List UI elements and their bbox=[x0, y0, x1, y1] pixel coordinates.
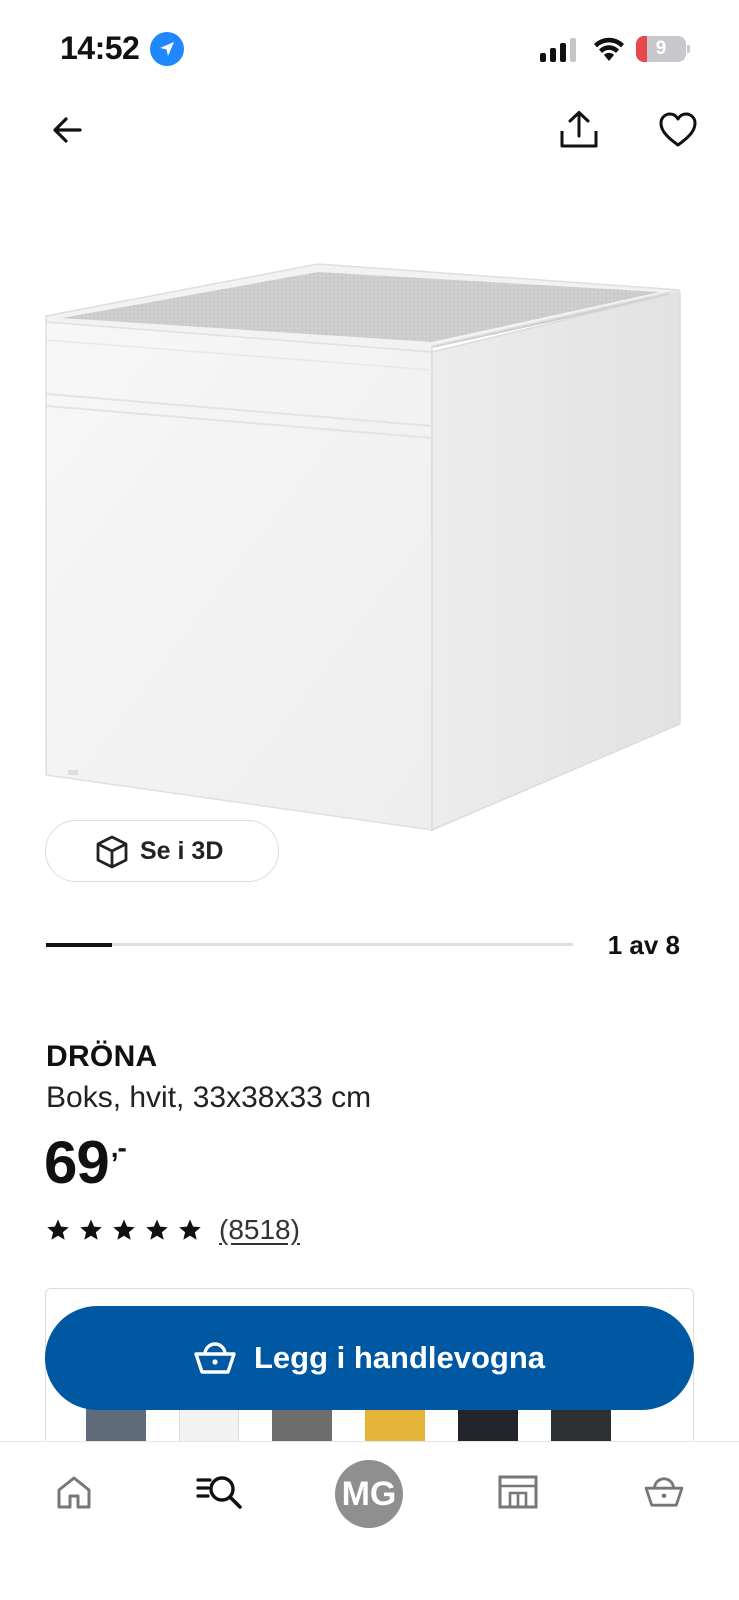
gallery-counter: 1 av 8 bbox=[607, 930, 680, 960]
view-3d-button[interactable]: Se i 3D bbox=[45, 820, 279, 882]
share-button[interactable] bbox=[555, 106, 603, 154]
star-icon bbox=[113, 1219, 135, 1240]
tab-cart[interactable] bbox=[634, 1462, 694, 1522]
add-to-cart-label: Legg i handlevogna bbox=[253, 1340, 546, 1375]
price-main: 69 bbox=[44, 1129, 110, 1196]
back-button[interactable] bbox=[44, 106, 92, 154]
star-icon bbox=[80, 1219, 102, 1240]
tab-search[interactable] bbox=[190, 1462, 250, 1522]
cellular-signal-icon bbox=[540, 38, 576, 62]
bottom-tab-bar: MG bbox=[0, 1441, 739, 1600]
star-icon bbox=[146, 1219, 168, 1240]
product-name: DRÖNA bbox=[46, 1040, 158, 1073]
avatar[interactable]: MG bbox=[335, 1460, 403, 1528]
product-image[interactable] bbox=[40, 260, 700, 850]
rating[interactable]: (8518) bbox=[46, 1214, 300, 1246]
add-to-cart-button[interactable]: Legg i handlevogna bbox=[45, 1306, 694, 1410]
view-3d-label: Se i 3D bbox=[140, 836, 224, 865]
product-price: 69,- bbox=[44, 1128, 127, 1197]
status-bar: 14:52 9 bbox=[0, 0, 739, 100]
tab-home[interactable] bbox=[44, 1462, 104, 1522]
home-icon bbox=[57, 1476, 91, 1509]
wifi-icon bbox=[594, 37, 624, 61]
review-count-link[interactable]: (8518) bbox=[219, 1214, 300, 1246]
tab-store[interactable] bbox=[488, 1462, 548, 1522]
price-suffix: ,- bbox=[110, 1132, 127, 1163]
arrow-left-icon bbox=[53, 117, 82, 143]
battery-indicator: 9 bbox=[636, 36, 690, 62]
favorite-button[interactable] bbox=[654, 106, 702, 154]
share-icon bbox=[560, 111, 598, 148]
star-icon bbox=[179, 1219, 201, 1240]
status-time: 14:52 bbox=[60, 30, 140, 66]
store-icon bbox=[498, 1475, 538, 1509]
gallery-progress-fill bbox=[46, 942, 112, 947]
basket-icon bbox=[194, 1342, 236, 1374]
search-list-icon bbox=[196, 1476, 242, 1509]
heart-icon bbox=[659, 112, 697, 147]
location-arrow-icon bbox=[150, 32, 184, 66]
basket-icon bbox=[644, 1477, 684, 1507]
battery-level: 9 bbox=[655, 38, 667, 59]
cube-icon bbox=[96, 835, 128, 869]
rating-stars bbox=[46, 1218, 211, 1242]
gallery-progress-track bbox=[46, 942, 573, 947]
product-description: Boks, hvit, 33x38x33 cm bbox=[46, 1081, 372, 1114]
star-icon bbox=[47, 1219, 69, 1240]
